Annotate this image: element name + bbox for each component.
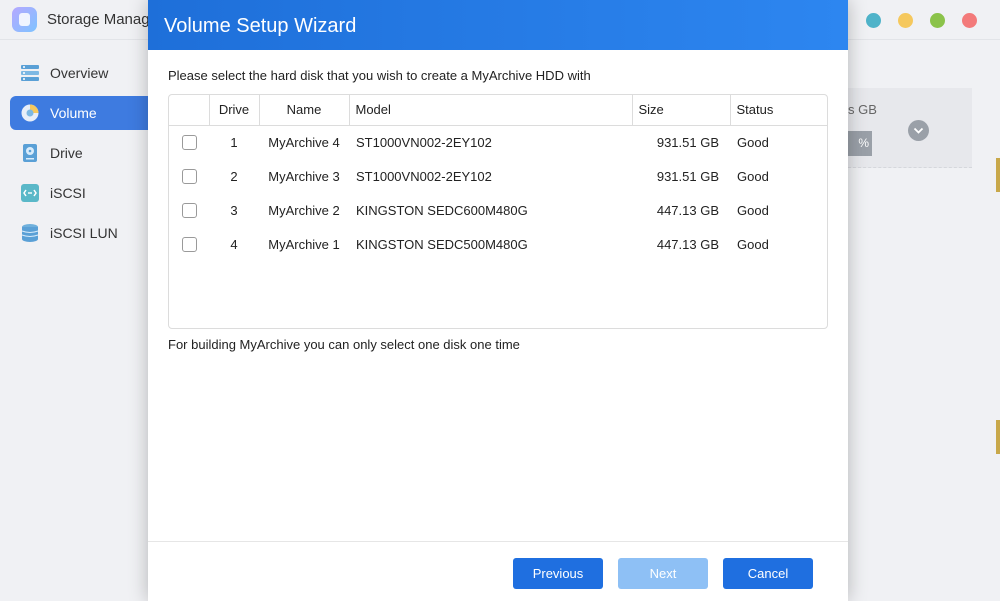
status-cell: Good xyxy=(737,202,769,218)
column-header-select xyxy=(169,95,210,125)
disk-table: Drive Name Model Size Status 1 MyArchive… xyxy=(168,94,828,329)
drive-icon xyxy=(23,144,37,162)
size-cell: 931.51 GB xyxy=(656,134,719,150)
background-edge-mark xyxy=(996,158,1000,192)
background-usage-bar: % xyxy=(848,131,872,156)
window-help-button[interactable] xyxy=(866,13,881,28)
next-button[interactable]: Next xyxy=(618,558,708,589)
dialog-title: Volume Setup Wizard xyxy=(148,0,848,50)
volume-icon xyxy=(21,104,39,122)
sidebar-item-label: iSCSI LUN xyxy=(50,225,118,241)
sidebar-item-drive[interactable]: Drive xyxy=(10,136,160,170)
size-cell: 447.13 GB xyxy=(656,202,719,218)
window-minimize-button[interactable] xyxy=(898,13,913,28)
sidebar-item-overview[interactable]: Overview xyxy=(10,56,160,90)
column-header-size[interactable]: Size xyxy=(632,95,731,125)
name-cell: MyArchive 2 xyxy=(268,202,340,218)
window-close-button[interactable] xyxy=(962,13,977,28)
status-cell: Good xyxy=(737,134,769,150)
sidebar-item-label: iSCSI xyxy=(50,185,86,201)
disk-checkbox[interactable] xyxy=(181,203,197,219)
background-edge-mark xyxy=(996,420,1000,454)
dialog-footer: Previous Next Cancel xyxy=(148,541,848,601)
instruction-text: Please select the hard disk that you wis… xyxy=(168,68,591,83)
disk-checkbox[interactable] xyxy=(181,237,197,253)
size-cell: 447.13 GB xyxy=(656,236,719,252)
previous-button[interactable]: Previous xyxy=(513,558,603,589)
table-row[interactable]: 2 MyArchive 3 ST1000VN002-2EY102 931.51 … xyxy=(169,159,827,193)
column-header-drive[interactable]: Drive xyxy=(209,95,260,125)
name-cell: MyArchive 3 xyxy=(268,168,340,184)
background-capacity-text: s GB xyxy=(848,102,877,117)
sidebar-item-label: Overview xyxy=(50,65,109,81)
app-title: Storage Manag xyxy=(47,11,150,28)
model-cell: ST1000VN002-2EY102 xyxy=(356,134,492,150)
column-header-status[interactable]: Status xyxy=(730,95,827,125)
disk-checkbox[interactable] xyxy=(181,135,197,151)
model-cell: ST1000VN002-2EY102 xyxy=(356,168,492,184)
chevron-down-icon[interactable] xyxy=(908,120,929,141)
column-header-model[interactable]: Model xyxy=(349,95,633,125)
volume-setup-wizard-dialog: Volume Setup Wizard Please select the ha… xyxy=(148,0,848,601)
drive-cell: 2 xyxy=(230,168,238,184)
iscsi-lun-icon xyxy=(21,224,39,242)
status-cell: Good xyxy=(737,168,769,184)
table-row[interactable]: 3 MyArchive 2 KINGSTON SEDC600M480G 447.… xyxy=(169,193,827,227)
overview-icon xyxy=(21,65,39,81)
cancel-button[interactable]: Cancel xyxy=(723,558,813,589)
table-row[interactable]: 1 MyArchive 4 ST1000VN002-2EY102 931.51 … xyxy=(169,125,827,159)
drive-cell: 4 xyxy=(230,236,238,252)
column-header-name[interactable]: Name xyxy=(259,95,350,125)
sidebar: Overview Volume Drive iSCSI iSCSI LUN xyxy=(0,40,160,601)
table-header-row: Drive Name Model Size Status xyxy=(169,95,827,125)
drive-cell: 1 xyxy=(230,134,238,150)
table-row[interactable]: 4 MyArchive 1 KINGSTON SEDC500M480G 447.… xyxy=(169,227,827,261)
selection-note: For building MyArchive you can only sele… xyxy=(168,337,520,352)
size-cell: 931.51 GB xyxy=(656,168,719,184)
status-cell: Good xyxy=(737,236,769,252)
name-cell: MyArchive 1 xyxy=(268,236,340,252)
drive-cell: 3 xyxy=(230,202,238,218)
name-cell: MyArchive 4 xyxy=(268,134,340,150)
storage-manager-logo-icon xyxy=(12,7,37,32)
sidebar-item-label: Volume xyxy=(50,105,97,121)
iscsi-icon xyxy=(21,184,39,202)
sidebar-item-label: Drive xyxy=(50,145,83,161)
window-maximize-button[interactable] xyxy=(930,13,945,28)
sidebar-item-volume[interactable]: Volume xyxy=(10,96,160,130)
model-cell: KINGSTON SEDC500M480G xyxy=(356,236,528,252)
model-cell: KINGSTON SEDC600M480G xyxy=(356,202,528,218)
sidebar-item-iscsi[interactable]: iSCSI xyxy=(10,176,160,210)
disk-checkbox[interactable] xyxy=(181,169,197,185)
sidebar-item-iscsi-lun[interactable]: iSCSI LUN xyxy=(10,216,160,250)
